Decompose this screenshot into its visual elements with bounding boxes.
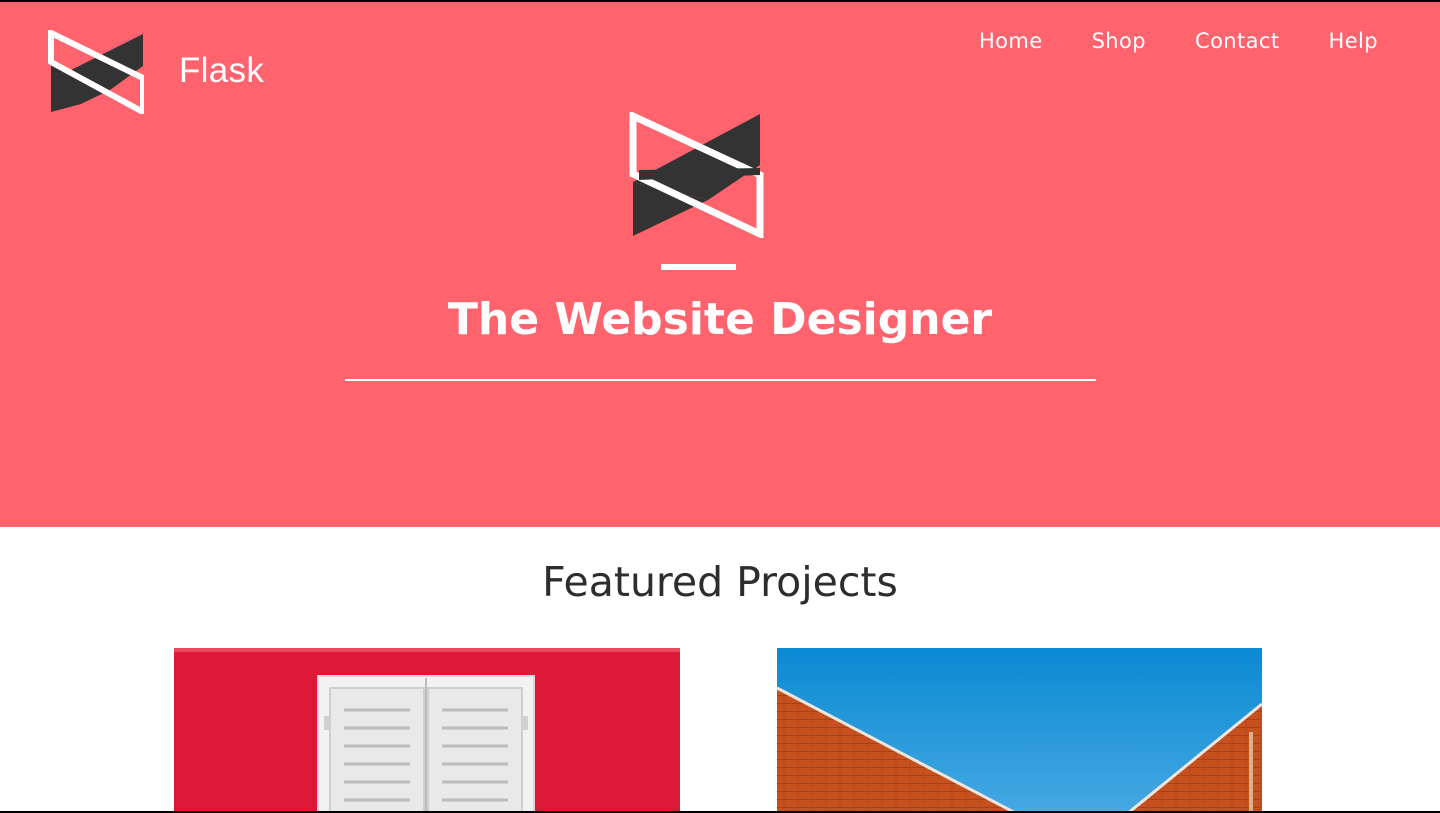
nav-help[interactable]: Help (1329, 28, 1378, 54)
hero-divider-line (345, 379, 1096, 381)
project-card-brick-roof[interactable] (777, 648, 1262, 811)
project-image-brick-roof (777, 648, 1262, 811)
hero-title: The Website Designer (447, 294, 993, 345)
main-nav: Home Shop Contact Help (930, 28, 1378, 54)
page: Flask Home Shop Contact Help The Website… (0, 2, 1440, 811)
nav-home[interactable]: Home (979, 28, 1043, 54)
flask-hero-logo-icon (629, 112, 764, 238)
project-card-shutters[interactable] (174, 648, 680, 811)
nav-shop[interactable]: Shop (1092, 28, 1146, 54)
project-image-shutters (174, 648, 680, 811)
hero-section: Flask Home Shop Contact Help The Website… (0, 2, 1440, 527)
flask-logo-icon (48, 30, 144, 114)
hero-divider-dash (661, 264, 736, 270)
brand-link[interactable]: Flask (48, 30, 264, 114)
nav-contact[interactable]: Contact (1195, 28, 1280, 54)
brand-name: Flask (179, 51, 265, 90)
featured-projects-title: Featured Projects (542, 558, 898, 606)
